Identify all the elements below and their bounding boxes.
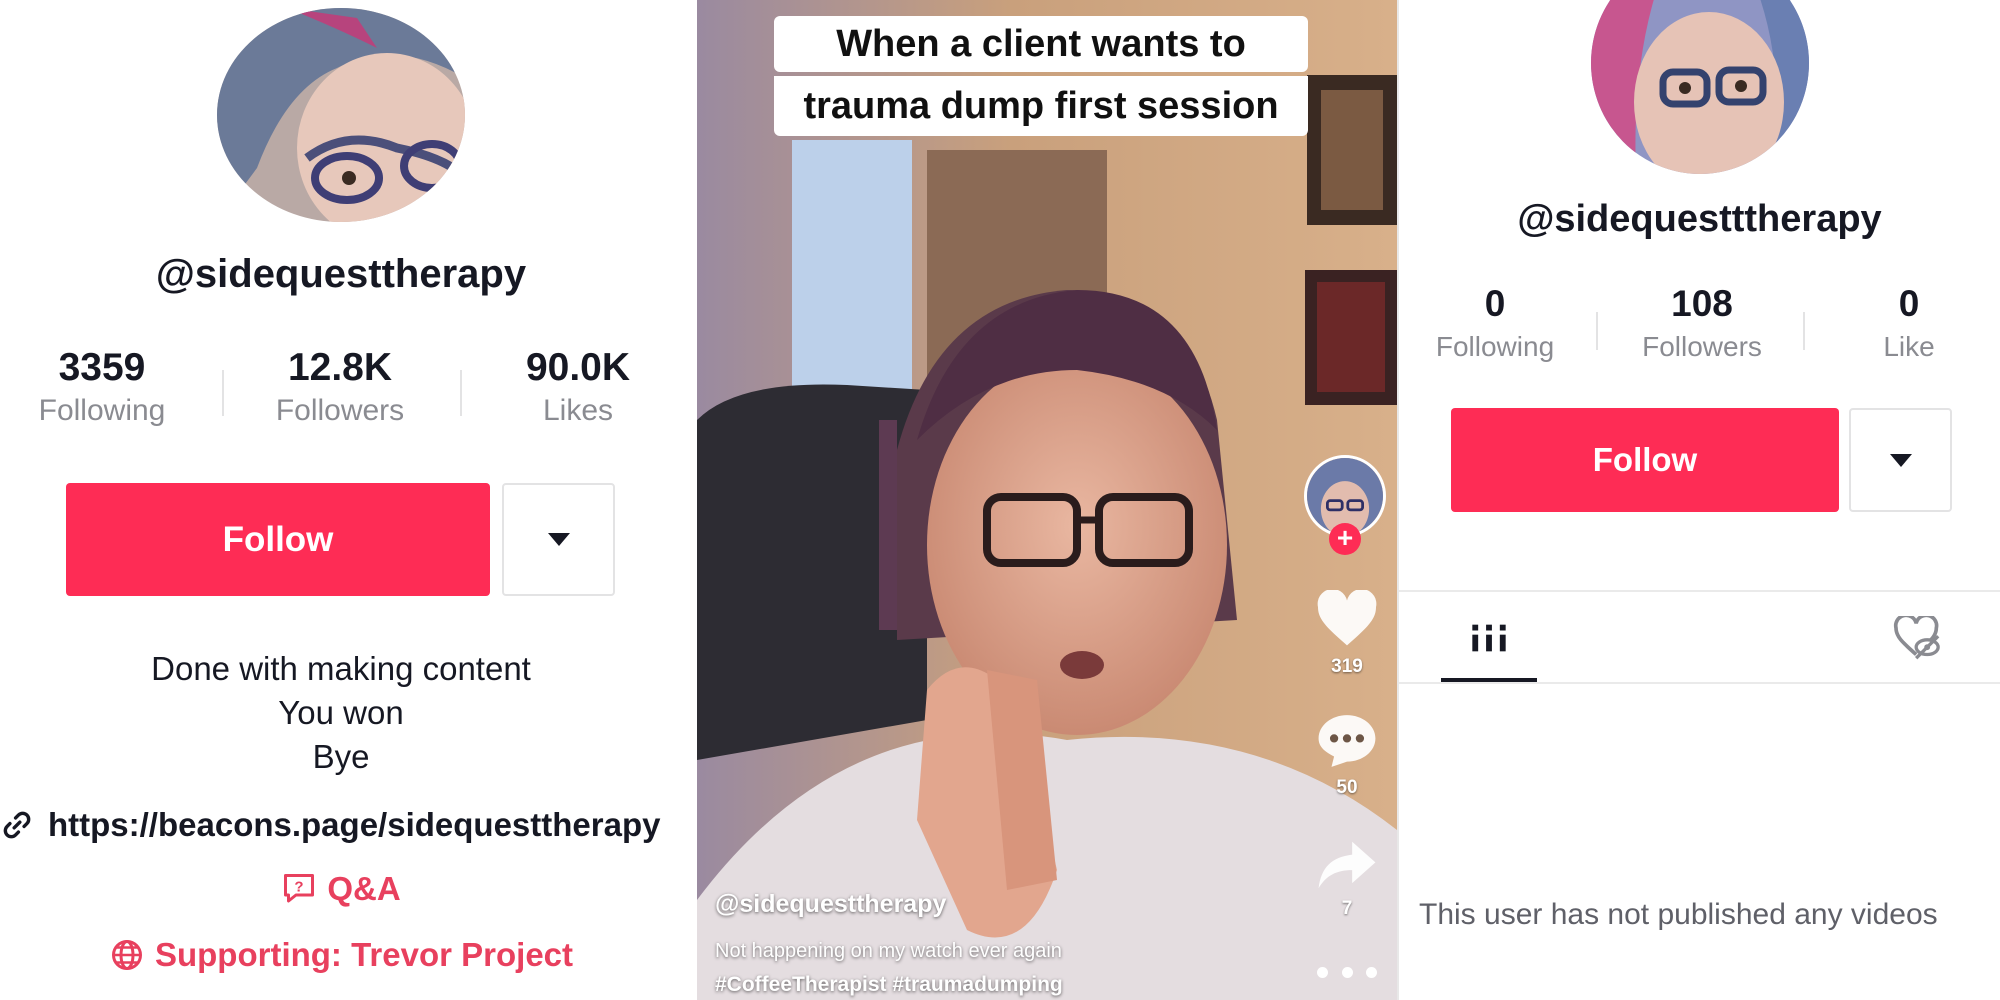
stat-divider xyxy=(1803,312,1805,350)
share-icon[interactable] xyxy=(1316,838,1378,892)
like-count: 319 xyxy=(1331,656,1363,677)
stat-value: 3359 xyxy=(58,346,146,389)
stat-likes: 90.0K Likes xyxy=(488,346,668,428)
hidden-likes-icon xyxy=(1893,616,1940,660)
video-panel[interactable]: When a client wants to trauma dump first… xyxy=(697,0,1397,1000)
video-frame xyxy=(697,0,1397,1000)
tab-active-indicator xyxy=(1441,678,1537,682)
globe-icon xyxy=(111,940,142,970)
stat-value: 90.0K xyxy=(525,346,631,389)
stat-label: Like xyxy=(1883,331,1935,362)
qa-label: Q&A xyxy=(327,870,401,907)
grid-icon xyxy=(1472,624,1506,652)
stat-value: 0 xyxy=(1898,283,1920,324)
stat-followers[interactable]: 12.8K Followers xyxy=(250,346,430,428)
bio-link-text[interactable]: https://beacons.page/sidequesttherapy xyxy=(48,806,660,844)
more-dropdown-button[interactable] xyxy=(1849,408,1952,512)
stat-label: Followers xyxy=(1642,331,1762,362)
stat-divider xyxy=(1596,312,1598,350)
comment-icon[interactable] xyxy=(1316,712,1378,770)
svg-text:?: ? xyxy=(295,878,304,895)
stat-divider xyxy=(222,370,224,416)
avatar-photo xyxy=(217,8,465,222)
qa-link[interactable]: ? Q&A xyxy=(0,866,682,912)
bio-line: You won xyxy=(278,694,404,731)
stat-followers[interactable]: 108 Followers xyxy=(1617,283,1787,363)
content-tab-bar xyxy=(1399,590,2000,684)
comment-count: 50 xyxy=(1336,777,1358,798)
tab-liked[interactable] xyxy=(1879,592,1959,682)
left-profile-panel: @sidequesttherapy 3359 Following 12.8K F… xyxy=(0,0,697,1000)
bio-link[interactable]: https://beacons.page/sidequesttherapy xyxy=(0,800,697,850)
profile-handle: @sidequesttherapy xyxy=(155,252,527,296)
stat-value: 0 xyxy=(1484,283,1506,324)
supporting-label: Supporting: Trevor Project xyxy=(154,936,574,973)
stat-label: Followers xyxy=(275,394,405,427)
bio-line: Bye xyxy=(312,738,370,775)
bio-line: Done with making content xyxy=(151,650,531,687)
stat-likes: 0 Like xyxy=(1824,283,1994,363)
follow-button[interactable]: Follow xyxy=(1451,408,1839,512)
video-caption-line2: trauma dump first session xyxy=(774,76,1308,136)
follow-button[interactable]: Follow xyxy=(66,483,490,596)
right-profile-panel: @sidequestttherapy 0 Following 108 Follo… xyxy=(1399,0,2000,1000)
heart-icon[interactable] xyxy=(1315,590,1379,648)
caret-down-icon xyxy=(547,533,570,546)
avatar-photo xyxy=(1591,0,1809,174)
tab-videos[interactable] xyxy=(1441,592,1537,682)
video-description: Not happening on my watch ever again xyxy=(715,940,1062,962)
share-count: 7 xyxy=(1341,898,1353,919)
stat-label: Following xyxy=(38,394,166,427)
stat-value: 108 xyxy=(1671,283,1733,324)
video-caption-line1: When a client wants to xyxy=(774,16,1308,72)
link-icon xyxy=(3,811,31,839)
caret-down-icon xyxy=(1889,453,1912,467)
empty-videos-message: This user has not published any videos xyxy=(1419,898,1938,931)
more-options-icon[interactable] xyxy=(1317,960,1377,984)
stat-value: 12.8K xyxy=(287,346,393,389)
profile-avatar[interactable] xyxy=(1591,0,1809,174)
video-author[interactable]: @sidequesttherapy xyxy=(715,890,946,919)
supporting-link[interactable]: Supporting: Trevor Project xyxy=(0,932,682,978)
stat-following[interactable]: 0 Following xyxy=(1410,283,1580,363)
profile-avatar[interactable] xyxy=(217,8,465,222)
stat-following[interactable]: 3359 Following xyxy=(12,346,192,428)
more-dropdown-button[interactable] xyxy=(502,483,615,596)
stat-divider xyxy=(460,370,462,416)
follow-plus-icon[interactable]: + xyxy=(1329,523,1361,555)
stat-label: Likes xyxy=(542,394,614,427)
stat-label: Following xyxy=(1435,331,1555,362)
video-hashtags[interactable]: #CoffeeTherapist #traumadumping xyxy=(715,973,1063,997)
profile-handle: @sidequestttherapy xyxy=(1517,198,1882,240)
qa-icon: ? xyxy=(284,874,315,903)
